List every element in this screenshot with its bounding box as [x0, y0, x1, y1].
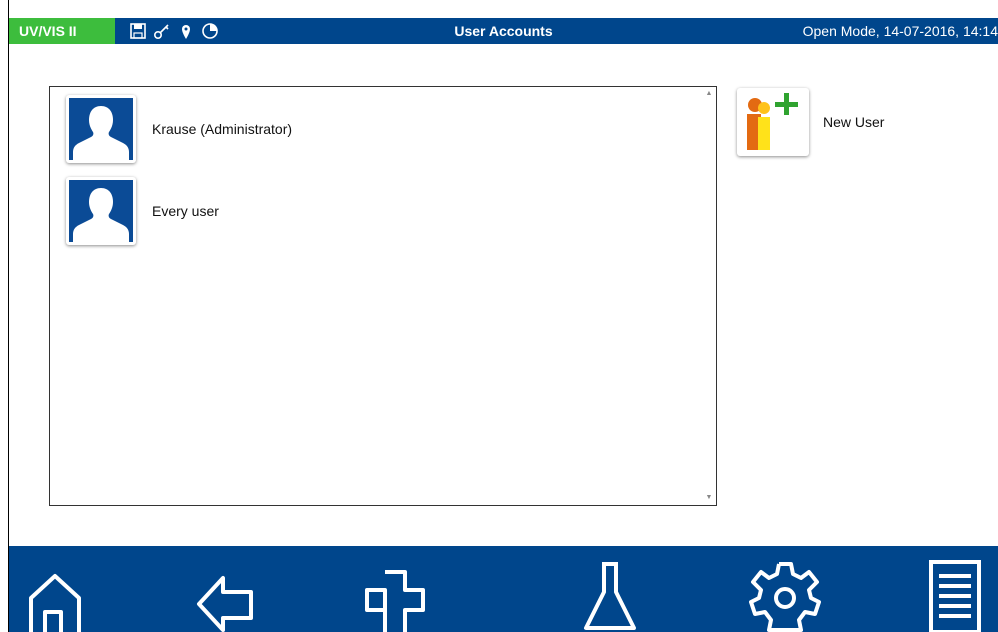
- user-silhouette-icon: [69, 98, 133, 160]
- save-icon: [129, 22, 147, 40]
- status-icons: [129, 22, 219, 40]
- add-user-icon: [747, 93, 798, 150]
- list-item-user[interactable]: Krause (Administrator): [66, 93, 292, 165]
- new-user-button[interactable]: [737, 88, 809, 156]
- location-pin-icon: [177, 22, 195, 40]
- user-silhouette-icon: [69, 180, 133, 242]
- home-icon: [29, 574, 81, 632]
- plus-icon: [365, 570, 425, 632]
- menu-icon: [929, 560, 981, 632]
- mode-datetime-text: Open Mode, 14-07-2016, 14:14: [802, 23, 998, 39]
- user-list[interactable]: ▲ Krause (Administrator) Every user ▼: [49, 86, 717, 506]
- scroll-up-arrow-icon[interactable]: ▲: [704, 89, 714, 99]
- menu-button[interactable]: [919, 554, 991, 632]
- device-badge: UV/VIS II: [9, 18, 115, 44]
- top-status-bar: UV/VIS II User Accounts Open Mode, 14-07…: [9, 18, 998, 44]
- new-user-action[interactable]: New User: [737, 88, 884, 156]
- back-button[interactable]: [189, 554, 261, 632]
- gear-icon: [749, 562, 821, 632]
- settings-button[interactable]: [749, 554, 821, 632]
- home-button[interactable]: [19, 554, 91, 632]
- add-button[interactable]: [359, 554, 431, 632]
- user-avatar-button[interactable]: [66, 177, 136, 245]
- back-arrow-icon: [197, 576, 253, 632]
- method-button[interactable]: [574, 554, 646, 632]
- pie-chart-icon: [201, 22, 219, 40]
- user-name-label: Krause (Administrator): [152, 121, 293, 137]
- key-icon: [153, 22, 171, 40]
- list-item-user[interactable]: Every user: [66, 175, 219, 247]
- left-border: [0, 0, 9, 632]
- user-name-label: Every user: [152, 203, 219, 219]
- new-user-label: New User: [823, 114, 885, 130]
- user-avatar-button[interactable]: [66, 95, 136, 163]
- scroll-down-arrow-icon[interactable]: ▼: [704, 493, 714, 503]
- flask-icon: [584, 562, 636, 630]
- bottom-nav-bar: [9, 546, 998, 632]
